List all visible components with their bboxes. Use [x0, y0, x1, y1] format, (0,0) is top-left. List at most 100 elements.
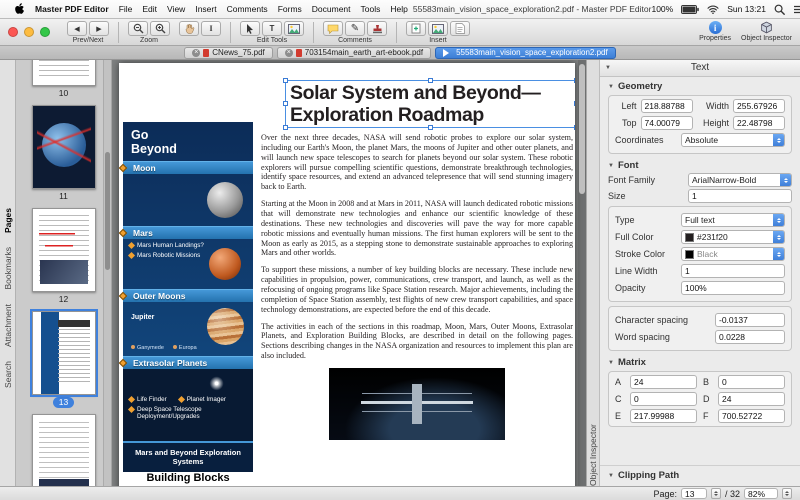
menu-file[interactable]: File: [114, 4, 138, 14]
geometry-left-input[interactable]: [641, 99, 693, 113]
tab-earth-art[interactable]: 703154main_earth_art-ebook.pdf: [277, 47, 431, 59]
word-spacing-input[interactable]: [715, 330, 785, 344]
menu-tools[interactable]: Tools: [356, 4, 386, 14]
menu-app-name[interactable]: Master PDF Editor: [30, 4, 114, 14]
font-section-header[interactable]: Font: [600, 156, 800, 172]
type-select[interactable]: Full text: [681, 213, 785, 227]
wifi-icon[interactable]: [707, 5, 719, 14]
menu-forms[interactable]: Forms: [273, 4, 307, 14]
object-inspector-strip[interactable]: Object Inspector: [586, 60, 600, 486]
sidebar-tab-pages[interactable]: Pages: [3, 208, 13, 233]
geometry-width-input[interactable]: [733, 99, 785, 113]
character-spacing-input[interactable]: [715, 313, 785, 327]
tab-vision-space-exploration[interactable]: 55583main_vision_space_exploration2.pdf: [435, 47, 616, 59]
matrix-f-input[interactable]: [718, 409, 785, 423]
paragraph[interactable]: Over the next three decades, NASA will s…: [261, 133, 573, 192]
geometry-section-header[interactable]: Geometry: [600, 77, 800, 93]
close-tab-icon[interactable]: [285, 49, 293, 57]
paragraph[interactable]: To support these missions, a number of k…: [261, 265, 573, 314]
geometry-height-input[interactable]: [733, 116, 785, 130]
next-page-button[interactable]: [89, 21, 109, 36]
edit-text-tool-button[interactable]: [262, 21, 282, 36]
page-thumbnail[interactable]: [32, 60, 96, 86]
line-width-input[interactable]: [681, 264, 785, 278]
sidebar-tab-attachment[interactable]: Attachment: [3, 304, 13, 347]
clipping-path-section-header[interactable]: Clipping Path: [600, 465, 800, 486]
selection-handle[interactable]: [283, 125, 288, 130]
selection-handle[interactable]: [574, 101, 575, 106]
zoom-out-button[interactable]: [128, 21, 148, 36]
zoom-in-button[interactable]: [150, 21, 170, 36]
prev-page-button[interactable]: [67, 21, 87, 36]
selection-handle[interactable]: [574, 78, 575, 83]
close-window-button[interactable]: [8, 27, 18, 37]
roadmap-infographic[interactable]: Go Beyond Moon Mars Mars Human Landings?…: [123, 122, 253, 472]
menu-document[interactable]: Document: [307, 4, 356, 14]
close-tab-icon[interactable]: [192, 49, 200, 57]
matrix-b-input[interactable]: [718, 375, 785, 389]
notification-center-icon[interactable]: [793, 5, 800, 14]
edit-object-tool-button[interactable]: [240, 21, 260, 36]
insert-image-button[interactable]: [428, 21, 448, 36]
building-blocks-heading[interactable]: Building Blocks: [123, 472, 253, 485]
selection-handle[interactable]: [283, 101, 288, 106]
selection-handle[interactable]: [428, 125, 433, 130]
thumbnail-page-12[interactable]: 12: [32, 208, 96, 311]
font-size-input[interactable]: [688, 189, 792, 203]
apple-menu[interactable]: [10, 3, 30, 15]
page-thumbnail[interactable]: [32, 414, 96, 486]
menu-edit[interactable]: Edit: [137, 4, 162, 14]
scrollbar-thumb[interactable]: [105, 152, 110, 270]
matrix-a-input[interactable]: [630, 375, 697, 389]
menu-help[interactable]: Help: [385, 4, 412, 14]
hand-tool-button[interactable]: [179, 21, 199, 36]
thumbnail-page-10[interactable]: 10: [32, 60, 96, 105]
matrix-c-input[interactable]: [630, 392, 697, 406]
edit-image-tool-button[interactable]: [284, 21, 304, 36]
zoom-input[interactable]: [744, 488, 778, 499]
iss-photo[interactable]: [329, 368, 505, 440]
zoom-window-button[interactable]: [40, 27, 50, 37]
insert-note-button[interactable]: [450, 21, 470, 36]
comment-highlight-button[interactable]: [345, 21, 365, 36]
menu-comments[interactable]: Comments: [222, 4, 273, 14]
opacity-input[interactable]: [681, 281, 785, 295]
selection-handle[interactable]: [574, 125, 575, 130]
selected-text-object[interactable]: Solar System and Beyond— Exploration Roa…: [285, 80, 575, 128]
insert-page-button[interactable]: [406, 21, 426, 36]
selection-handle[interactable]: [283, 78, 288, 83]
full-color-select[interactable]: #231f20: [681, 230, 785, 244]
coordinates-select[interactable]: Absolute: [681, 133, 785, 147]
comment-stamp-button[interactable]: [367, 21, 387, 36]
thumbnail-page-14[interactable]: 14: [32, 414, 96, 486]
matrix-section-header[interactable]: Matrix: [600, 353, 800, 369]
spotlight-search-icon[interactable]: [774, 4, 785, 15]
page-thumbnail[interactable]: [32, 105, 96, 189]
paragraph[interactable]: The activities in each of the sections i…: [261, 322, 573, 361]
menu-insert[interactable]: Insert: [190, 4, 221, 14]
thumbnail-page-11[interactable]: 11: [32, 105, 96, 208]
stroke-color-select[interactable]: Black: [681, 247, 785, 261]
thumbnail-scrollbar[interactable]: [103, 60, 111, 486]
matrix-d-input[interactable]: [718, 392, 785, 406]
object-inspector-button[interactable]: Object Inspector: [741, 21, 792, 42]
minimize-window-button[interactable]: [24, 27, 34, 37]
scrollbar-thumb[interactable]: [579, 64, 585, 194]
tab-cnews[interactable]: CNews_75.pdf: [184, 47, 272, 59]
geometry-top-input[interactable]: [641, 116, 693, 130]
page-thumbnail[interactable]: [32, 208, 96, 292]
menubar-clock[interactable]: Sun 13:21: [727, 4, 766, 14]
properties-button[interactable]: Properties: [699, 21, 731, 42]
menu-view[interactable]: View: [162, 4, 190, 14]
zoom-stepper[interactable]: [782, 488, 792, 499]
page-number-input[interactable]: [681, 488, 707, 499]
sidebar-tab-bookmarks[interactable]: Bookmarks: [3, 247, 13, 290]
sidebar-tab-search[interactable]: Search: [3, 361, 13, 388]
thumbnail-page-13-selected[interactable]: 13: [32, 311, 96, 414]
document-scrollbar[interactable]: [578, 60, 586, 486]
matrix-e-input[interactable]: [630, 409, 697, 423]
page-thumbnail[interactable]: [32, 311, 96, 395]
page-stepper[interactable]: [711, 488, 721, 499]
paragraph[interactable]: Starting at the Moon in 2008 and at Mars…: [261, 199, 573, 258]
select-text-tool-button[interactable]: [201, 21, 221, 36]
